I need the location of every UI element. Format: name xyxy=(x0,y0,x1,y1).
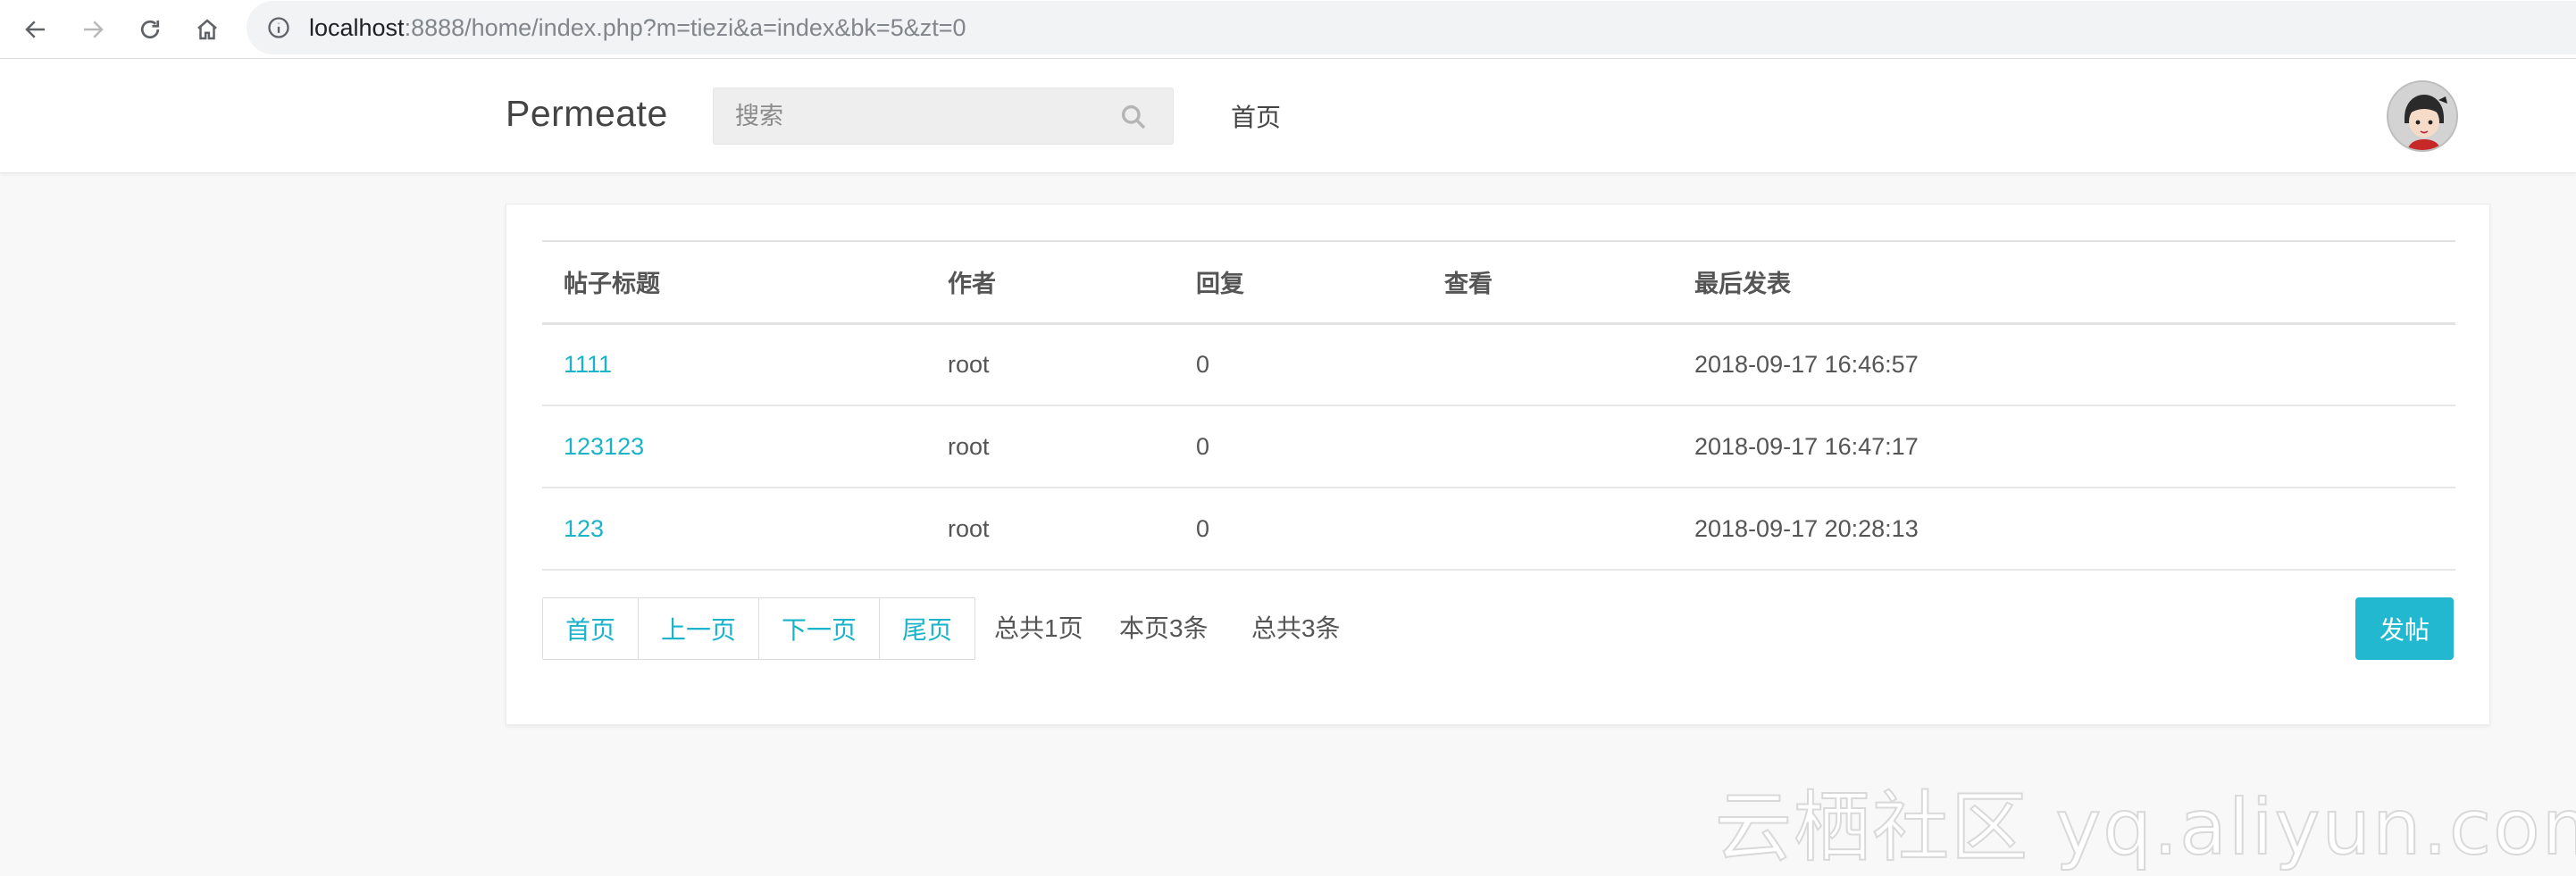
url-path: :8888/home/index.php?m=tiezi&a=index&bk=… xyxy=(404,13,966,41)
thread-views xyxy=(1423,488,1673,570)
search-box xyxy=(713,88,1174,145)
thread-title-link[interactable]: 123 xyxy=(564,515,604,542)
thread-title-cell: 123123 xyxy=(542,405,926,488)
pager-prev-button[interactable]: 上一页 xyxy=(639,598,760,659)
watermark-text: 云栖社区 yq.aliyun.com xyxy=(1714,782,2576,873)
thread-replies: 0 xyxy=(1196,514,1210,542)
thread-replies: 0 xyxy=(1196,350,1210,378)
site-header: Permeate 首页 xyxy=(0,59,2576,173)
info-icon[interactable] xyxy=(266,15,291,40)
back-arrow-icon[interactable] xyxy=(16,10,55,49)
pager-total-pages: 总共1页 xyxy=(994,614,1083,642)
url-host: localhost xyxy=(309,13,405,41)
thread-last-post: 2018-09-17 16:47:17 xyxy=(1694,432,1919,460)
thread-last-post: 2018-09-17 16:46:57 xyxy=(1694,350,1919,378)
new-post-button[interactable]: 发帖 xyxy=(2355,597,2454,660)
url-text[interactable]: localhost:8888/home/index.php?m=tiezi&a=… xyxy=(309,14,966,42)
user-avatar[interactable] xyxy=(2387,80,2458,152)
reload-icon[interactable] xyxy=(130,10,170,49)
thread-views xyxy=(1423,323,1673,405)
table-header-row: 帖子标题 作者 回复 查看 最后发表 xyxy=(542,241,2455,323)
table-row: 123123 root 0 2018-09-17 16:47:17 xyxy=(542,405,2455,488)
column-header-last-post: 最后发表 xyxy=(1694,271,1791,298)
search-input[interactable] xyxy=(714,88,1107,144)
thread-title-cell: 123 xyxy=(542,488,926,570)
column-header-views: 查看 xyxy=(1444,271,1493,298)
thread-author: root xyxy=(948,350,990,378)
thread-last-post: 2018-09-17 20:28:13 xyxy=(1694,514,1919,542)
thread-replies: 0 xyxy=(1196,432,1210,460)
pager-next-button[interactable]: 下一页 xyxy=(759,598,881,659)
thread-title-link[interactable]: 123123 xyxy=(564,433,644,460)
column-header-title: 帖子标题 xyxy=(564,271,660,298)
forward-arrow-icon[interactable] xyxy=(73,10,113,49)
browser-toolbar: localhost:8888/home/index.php?m=tiezi&a=… xyxy=(0,0,2576,59)
thread-table: 帖子标题 作者 回复 查看 最后发表 1111 root 0 2018-09-1… xyxy=(542,240,2455,571)
thread-author: root xyxy=(948,432,990,460)
thread-title-cell: 1111 xyxy=(542,323,926,405)
pager-total-count: 总共3条 xyxy=(1251,614,1341,642)
pager-this-page-count: 本页3条 xyxy=(1119,614,1209,642)
thread-list-card: 帖子标题 作者 回复 查看 最后发表 1111 root 0 2018-09-1… xyxy=(506,204,2490,725)
pagination: 首页 上一页 下一页 尾页 xyxy=(542,597,976,660)
table-row: 1111 root 0 2018-09-17 16:46:57 xyxy=(542,323,2455,405)
home-icon[interactable] xyxy=(188,10,227,49)
pager-last-button[interactable]: 尾页 xyxy=(880,598,975,659)
table-row: 123 root 0 2018-09-17 20:28:13 xyxy=(542,488,2455,570)
pager-first-button[interactable]: 首页 xyxy=(543,598,640,659)
thread-views xyxy=(1423,405,1673,488)
column-header-author: 作者 xyxy=(948,271,996,298)
nav-home-link[interactable]: 首页 xyxy=(1231,98,1281,134)
site-brand[interactable]: Permeate xyxy=(506,93,668,135)
column-header-replies: 回复 xyxy=(1196,271,1244,298)
thread-author: root xyxy=(948,514,990,542)
address-bar[interactable]: localhost:8888/home/index.php?m=tiezi&a=… xyxy=(247,1,2576,54)
thread-title-link[interactable]: 1111 xyxy=(564,351,612,378)
search-icon[interactable] xyxy=(1119,103,1148,131)
